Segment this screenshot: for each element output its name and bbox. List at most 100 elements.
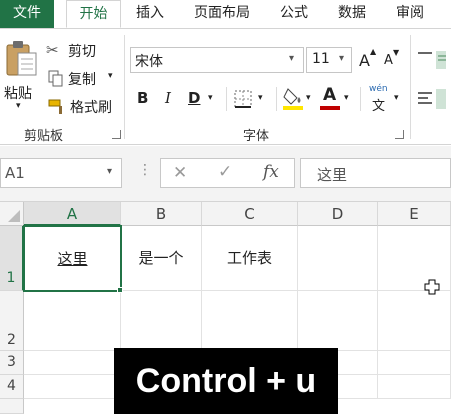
paint-bucket-icon <box>283 88 303 110</box>
format-painter-label: 格式刷 <box>70 100 112 116</box>
formula-value: 这里 <box>317 166 348 184</box>
chevron-down-icon: ▾ <box>289 53 295 64</box>
font-color-swatch <box>320 106 340 110</box>
select-all-triangle-icon <box>8 210 20 222</box>
up-caret-icon: ▲ <box>370 47 377 56</box>
row-header-2[interactable]: 2 <box>0 291 24 351</box>
cell-b1[interactable]: 是一个 <box>121 226 202 291</box>
chevron-down-icon: ▾ <box>339 53 345 64</box>
down-caret-icon: ▼ <box>393 48 400 57</box>
column-header-e[interactable]: E <box>378 202 451 226</box>
phonetic-guide-button[interactable]: wén 文 ▾ <box>366 84 406 114</box>
tab-insert[interactable]: 插入 <box>128 0 172 28</box>
name-box-value: A1 <box>5 164 25 182</box>
font-name-dropdown[interactable]: 宋体 ▾ <box>130 47 304 73</box>
tab-page-layout[interactable]: 页面布局 <box>186 0 258 28</box>
clipboard-group-label: 剪贴板 <box>24 129 64 144</box>
font-dialog-launcher-icon[interactable] <box>395 130 404 139</box>
ribbon-divider <box>276 87 277 111</box>
cut-label: 剪切 <box>68 44 96 60</box>
ribbon-divider <box>360 87 361 111</box>
format-painter-icon <box>48 99 62 114</box>
row-header-1[interactable]: 1 <box>0 226 24 291</box>
phonetic-pinyin-label: wén <box>369 84 388 94</box>
font-size-value: 11 <box>312 51 330 67</box>
increase-font-size-button[interactable]: A ▲ <box>359 47 377 71</box>
column-header-b[interactable]: B <box>121 202 202 226</box>
cell-d1[interactable] <box>298 226 378 291</box>
copy-dropdown-icon: ▾ <box>108 71 113 81</box>
cell-a2[interactable] <box>24 291 121 351</box>
row-header-4[interactable]: 4 <box>0 375 24 399</box>
ribbon-divider <box>124 35 125 139</box>
font-color-icon: A <box>323 85 337 105</box>
decrease-font-size-button[interactable]: A ▼ <box>384 48 402 71</box>
tab-file[interactable]: 文件 <box>0 0 54 28</box>
cell-c2[interactable] <box>202 291 298 351</box>
align-left-icon <box>418 89 446 109</box>
font-size-dropdown[interactable]: 11 ▾ <box>306 47 352 73</box>
chevron-down-icon: ▾ <box>258 93 263 103</box>
border-icon <box>234 90 252 108</box>
top-align-button[interactable] <box>416 49 446 71</box>
font-color-button[interactable]: A ▾ <box>320 85 354 113</box>
cell-a1[interactable]: 这里 <box>23 225 122 292</box>
cell-d2[interactable] <box>298 291 378 351</box>
italic-button[interactable]: I <box>165 89 171 107</box>
paste-button[interactable]: 粘贴 ▾ <box>4 39 42 111</box>
column-header-d[interactable]: D <box>298 202 378 226</box>
fill-color-button[interactable]: ▾ <box>282 85 316 113</box>
align-left-button[interactable] <box>416 87 446 111</box>
tab-data[interactable]: 数据 <box>330 0 374 28</box>
insert-function-icon[interactable]: fx <box>263 162 279 182</box>
resize-handle-icon[interactable]: ⋮ <box>138 162 152 178</box>
select-all-corner[interactable] <box>0 202 24 226</box>
cell-cursor-icon <box>424 279 440 295</box>
ribbon-divider <box>410 35 411 139</box>
copy-label: 复制 <box>68 72 96 88</box>
column-header-c[interactable]: C <box>202 202 298 226</box>
cell-a3[interactable] <box>24 351 121 375</box>
ribbon-home: 粘贴 ▾ ✂ 剪切 复制 ▾ 格式刷 剪贴板 宋体 ▾ 11 ▾ A ▲ A ▼… <box>0 28 451 145</box>
paste-label: 粘贴 <box>4 86 32 102</box>
borders-button[interactable]: ▾ <box>232 87 268 111</box>
copy-button[interactable]: 复制 ▾ <box>46 69 120 89</box>
font-group-label: 字体 <box>243 129 270 144</box>
tab-home[interactable]: 开始 <box>66 0 121 28</box>
cell-e1[interactable] <box>378 226 451 291</box>
name-box[interactable]: A1 ▾ <box>0 158 122 188</box>
ribbon-tab-bar: 文件 开始 插入 页面布局 公式 数据 审阅 <box>0 0 451 28</box>
formula-actions: ✕ ✓ fx <box>160 158 295 188</box>
cut-button[interactable]: ✂ 剪切 <box>46 41 110 61</box>
cell-a4[interactable] <box>24 375 121 399</box>
fill-handle[interactable] <box>117 287 123 293</box>
formula-bar: A1 ▾ ⋮ ✕ ✓ fx 这里 <box>0 146 451 202</box>
scissors-icon: ✂ <box>46 41 59 59</box>
cell-b2[interactable] <box>121 291 202 351</box>
cancel-icon[interactable]: ✕ <box>173 163 187 183</box>
font-name-value: 宋体 <box>135 54 163 70</box>
column-header-a[interactable]: A <box>24 202 121 226</box>
bold-button[interactable]: B <box>137 89 148 107</box>
formula-input[interactable]: 这里 <box>300 158 451 188</box>
enter-icon[interactable]: ✓ <box>218 162 232 182</box>
copy-icon <box>48 70 63 87</box>
cell-e3[interactable] <box>378 351 451 375</box>
paste-icon <box>6 41 37 76</box>
tab-formulas[interactable]: 公式 <box>272 0 316 28</box>
cell-e2[interactable] <box>378 291 451 351</box>
cell-e4[interactable] <box>378 375 451 399</box>
chevron-down-icon: ▾ <box>208 93 213 103</box>
row-header-5[interactable] <box>0 399 24 414</box>
chevron-down-icon: ▾ <box>344 93 349 103</box>
format-painter-button[interactable]: 格式刷 <box>46 97 120 117</box>
underline-button[interactable]: D ▾ <box>186 87 220 111</box>
tab-review[interactable]: 审阅 <box>388 0 432 28</box>
align-top-icon <box>418 51 446 69</box>
font-shrink-icon: A <box>384 53 393 68</box>
ribbon-divider <box>226 87 227 111</box>
row-header-3[interactable]: 3 <box>0 351 24 375</box>
chevron-down-icon: ▾ <box>107 166 113 177</box>
cell-c1[interactable]: 工作表 <box>202 226 298 291</box>
clipboard-dialog-launcher-icon[interactable] <box>112 130 121 139</box>
